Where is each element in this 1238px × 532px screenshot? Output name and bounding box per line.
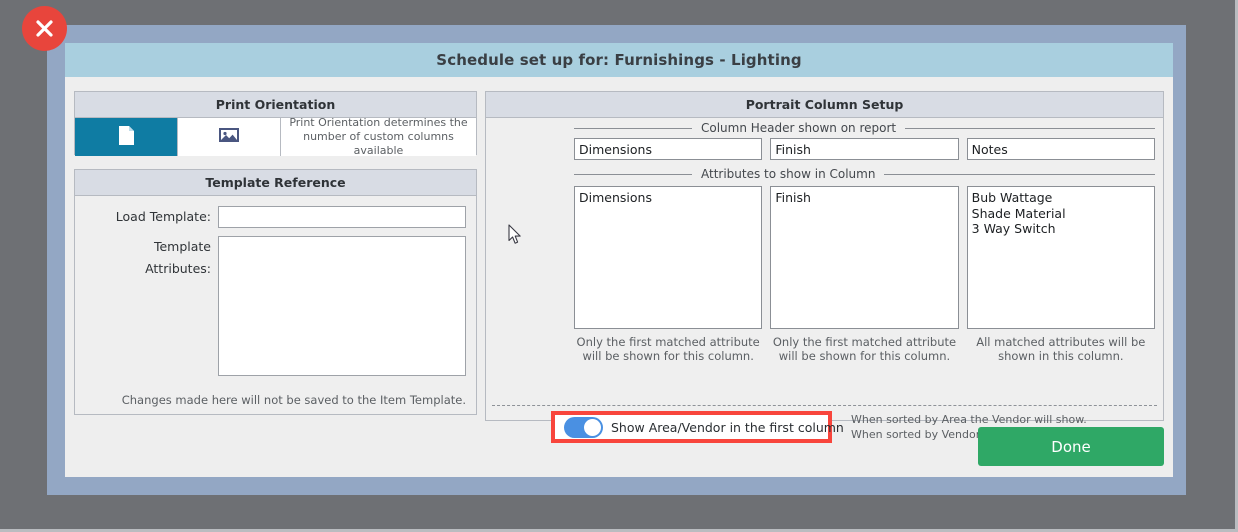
legend-rule-left [574, 127, 692, 129]
column-header-input-1[interactable] [574, 138, 763, 160]
print-orientation-header: Print Orientation [75, 92, 476, 118]
portrait-column-setup-header: Portrait Column Setup [486, 92, 1163, 118]
attribute-listbox-3[interactable]: Bub Wattage Shade Material 3 Way Switch [966, 186, 1155, 329]
attribute-cell-1: Dimensions Only the first matched attrib… [574, 186, 763, 364]
right-column: Portrait Column Setup Column Header show… [485, 91, 1164, 477]
list-item[interactable]: Shade Material [972, 206, 1150, 222]
column-header-legend: Column Header shown on report [574, 118, 1155, 138]
attributes-legend-rule-right [884, 173, 1155, 175]
attribute-note-2-line1: Only the first matched attribute [772, 335, 957, 349]
attributes-legend-text: Attributes to show in Column [701, 167, 876, 181]
template-reference-header: Template Reference [75, 170, 476, 196]
list-item[interactable]: Finish [775, 190, 953, 206]
portrait-page-icon [118, 125, 135, 150]
attributes-legend: Attributes to show in Column [574, 164, 1155, 184]
attribute-note-2: Only the first matched attribute will be… [770, 335, 958, 364]
attribute-listbox-2[interactable]: Finish [770, 186, 959, 329]
print-orientation-panel: Print Orientation Print Orientation dete… [74, 91, 477, 157]
dialog-footer: Done [65, 422, 1173, 477]
toggle-section-divider [492, 405, 1157, 406]
page-frame: Schedule set up for: Furnishings - Light… [0, 0, 1238, 532]
dialog-body: Print Orientation Print Orientation dete… [65, 77, 1173, 477]
attribute-cell-2: Finish Only the first matched attribute … [770, 186, 959, 364]
portrait-column-setup-body: Column Header shown on report Dimensions… [486, 118, 1163, 443]
left-column: Print Orientation Print Orientation dete… [74, 91, 477, 477]
template-attributes-row: Template Attributes: [85, 236, 466, 376]
print-orientation-hint-line2: number of custom columns available [303, 130, 454, 157]
close-x-icon [34, 18, 55, 39]
template-reference-panel: Template Reference Load Template: Templa… [74, 169, 477, 415]
attribute-note-2-line2: will be shown for this column. [778, 349, 951, 364]
load-template-input[interactable] [218, 206, 466, 228]
column-cell-2 [770, 138, 959, 160]
attribute-note-3-line2: shown in this column. [998, 349, 1124, 364]
done-button[interactable]: Done [978, 427, 1164, 466]
orientation-options-row: Print Orientation determines the number … [75, 116, 476, 157]
template-attributes-label: Template Attributes: [145, 239, 211, 276]
legend-rule-right [905, 127, 1155, 129]
load-template-label: Load Template: [115, 209, 211, 224]
attribute-note-1: Only the first matched attribute will be… [574, 335, 762, 364]
orientation-portrait-button[interactable] [75, 118, 178, 156]
orientation-landscape-button[interactable] [178, 118, 281, 156]
column-cell-1 [574, 138, 763, 160]
list-item[interactable]: Bub Wattage [972, 190, 1150, 206]
dialog-title-bar: Schedule set up for: Furnishings - Light… [65, 43, 1173, 77]
template-reference-note: Changes made here will not be saved to t… [121, 393, 466, 407]
portrait-column-setup-panel: Portrait Column Setup Column Header show… [485, 91, 1164, 443]
column-header-inputs-row [574, 138, 1155, 160]
template-attributes-textarea[interactable] [218, 236, 466, 376]
close-button[interactable] [22, 6, 67, 51]
attribute-note-1-line1: Only the first matched attribute [576, 335, 760, 349]
attribute-cell-3: Bub Wattage Shade Material 3 Way Switch … [966, 186, 1155, 364]
columns-area: Column Header shown on report Dimensions… [574, 118, 1155, 422]
column-header-legend-text: Column Header shown on report [701, 121, 897, 135]
print-orientation-hint: Print Orientation determines the number … [281, 116, 476, 157]
landscape-image-icon [218, 126, 240, 148]
attribute-listbox-1[interactable]: Dimensions [574, 186, 763, 329]
page-title: Schedule set up for: Furnishings - Light… [436, 51, 802, 69]
column-cell-3 [966, 138, 1155, 160]
attribute-note-1-line2: will be shown for this column. [582, 349, 754, 364]
schedule-setup-dialog: Schedule set up for: Furnishings - Light… [65, 43, 1173, 477]
list-item[interactable]: Dimensions [579, 190, 757, 206]
column-header-input-2[interactable] [770, 138, 959, 160]
list-item[interactable]: 3 Way Switch [972, 221, 1150, 237]
attribute-listboxes-row: Dimensions Only the first matched attrib… [574, 186, 1155, 364]
template-reference-body: Load Template: Template Attributes: [75, 196, 476, 376]
attributes-legend-rule-left [574, 173, 692, 175]
attribute-note-3: All matched attributes will be shown in … [967, 335, 1155, 364]
attribute-note-3-line1: All matched attributes will be [976, 335, 1146, 349]
column-header-input-3[interactable] [966, 138, 1155, 160]
print-orientation-hint-line1: Print Orientation determines the [289, 116, 468, 130]
load-template-row: Load Template: [85, 206, 466, 228]
